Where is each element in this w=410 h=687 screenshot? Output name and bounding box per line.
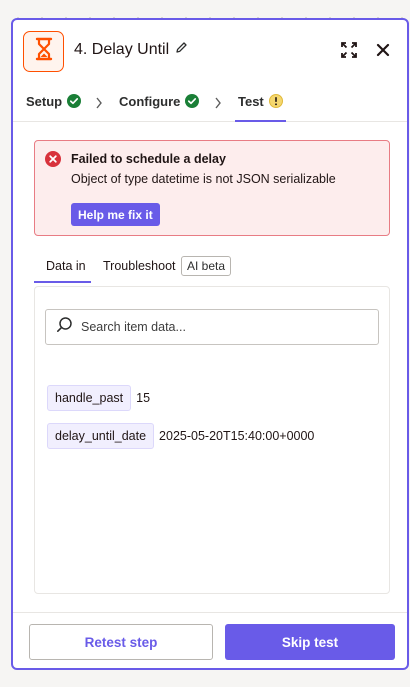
data-tabs: Data in Troubleshoot AI beta: [34, 253, 390, 285]
expand-button[interactable]: [337, 40, 361, 64]
error-message: Object of type datetime is not JSON seri…: [71, 172, 336, 186]
ai-beta-badge: AI beta: [181, 256, 232, 276]
app-logo: [23, 31, 64, 72]
field-value: 15: [136, 391, 151, 405]
panel-footer: Retest step Skip test: [13, 612, 407, 668]
data-row: handle_past 15: [47, 385, 150, 411]
check-icon: [185, 94, 200, 111]
chevron-right-icon: [214, 96, 222, 114]
step-panel: 4. Delay Until Setup Configure Test Fail…: [11, 18, 409, 670]
tab-test-label: Test: [238, 94, 264, 109]
chevron-right-icon: [95, 96, 103, 114]
error-icon: [45, 151, 61, 172]
step-title[interactable]: 4. Delay Until: [74, 41, 188, 59]
data-in-card: handle_past 15 delay_until_date 2025-05-…: [34, 286, 390, 594]
close-button[interactable]: [371, 40, 395, 64]
panel-header: 4. Delay Until: [13, 20, 407, 86]
tab-data-in[interactable]: Data in: [34, 259, 91, 283]
tab-setup[interactable]: Setup: [26, 94, 82, 122]
step-tabs: Setup Configure Test: [13, 88, 407, 122]
field-key[interactable]: delay_until_date: [47, 423, 155, 449]
data-row: delay_until_date 2025-05-20T15:40:00+000…: [47, 423, 314, 449]
help-me-fix-button[interactable]: Help me fix it: [71, 203, 160, 226]
warning-icon: [268, 94, 283, 111]
tab-configure-label: Configure: [119, 94, 181, 109]
error-title: Failed to schedule a delay: [71, 152, 226, 166]
step-title-text: 4. Delay Until: [74, 41, 170, 58]
error-alert: Failed to schedule a delay Object of typ…: [34, 140, 390, 236]
retest-step-button[interactable]: Retest step: [29, 624, 213, 660]
tab-troubleshoot[interactable]: Troubleshoot: [101, 259, 176, 281]
tab-test[interactable]: Test: [235, 94, 286, 122]
skip-test-button[interactable]: Skip test: [225, 624, 395, 660]
field-value: 2025-05-20T15:40:00+0000: [159, 429, 315, 443]
search-icon: [46, 316, 73, 338]
close-icon: [376, 43, 390, 62]
pencil-icon[interactable]: [175, 41, 188, 59]
search-input[interactable]: [81, 320, 361, 334]
search-box[interactable]: [45, 309, 379, 345]
tab-configure[interactable]: Configure: [119, 94, 200, 122]
field-key[interactable]: handle_past: [47, 385, 132, 411]
hourglass-icon: [33, 37, 55, 66]
check-icon: [67, 94, 82, 111]
tab-setup-label: Setup: [26, 94, 63, 109]
expand-icon: [340, 41, 358, 64]
